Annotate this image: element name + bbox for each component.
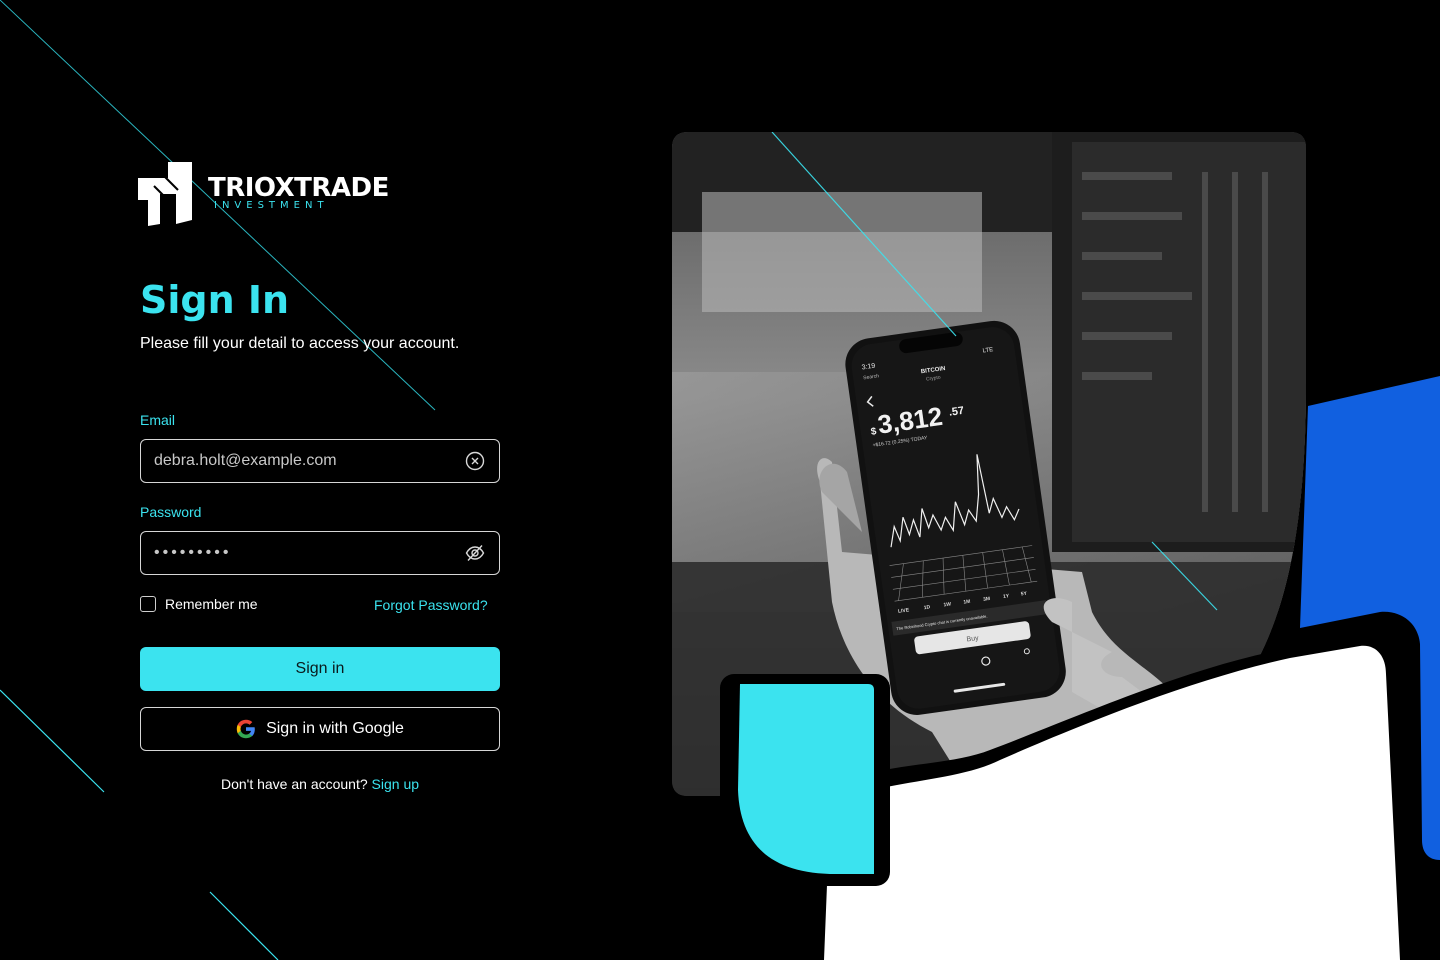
password-label: Password [140,504,202,520]
sign-in-button[interactable]: Sign in [140,647,500,691]
no-account-text: Don't have an account? [220,776,368,792]
email-label: Email [140,412,176,428]
brand-tagline: INVESTMENT [214,200,329,211]
range-1w: 1W [943,601,952,608]
google-button-label: Sign in with Google [266,720,404,737]
phone-price-cents: .57 [948,405,965,419]
range-3m: 3M [983,596,991,603]
remember-checkbox[interactable] [140,596,156,612]
google-sign-in-button[interactable]: Sign in with Google [140,707,500,751]
cyan-decoration [720,674,890,886]
signup-row: Don't have an account? Sign up [140,776,500,792]
eye-off-icon[interactable] [465,543,485,563]
white-decoration [820,625,1420,960]
email-field[interactable] [154,440,454,482]
google-icon [236,719,255,739]
page-subtitle: Please fill your detail to access your a… [140,335,460,352]
forgot-password-link[interactable]: Forgot Password? [374,597,488,613]
sign-up-link[interactable]: Sign up [372,776,419,792]
clear-circle-icon[interactable] [465,451,485,471]
brand-name: TRIOXTRADE [208,173,389,203]
page-title: Sign In [140,278,290,322]
brand-logo: TRIOXTRADE INVESTMENT [136,160,389,226]
email-field-container [140,439,500,483]
remember-label: Remember me [165,596,258,612]
password-field-container [140,531,500,575]
trioxtrade-logo-icon [138,162,192,226]
password-field[interactable] [154,532,454,574]
range-1m: 1M [963,599,971,606]
remember-me[interactable]: Remember me [140,596,258,612]
